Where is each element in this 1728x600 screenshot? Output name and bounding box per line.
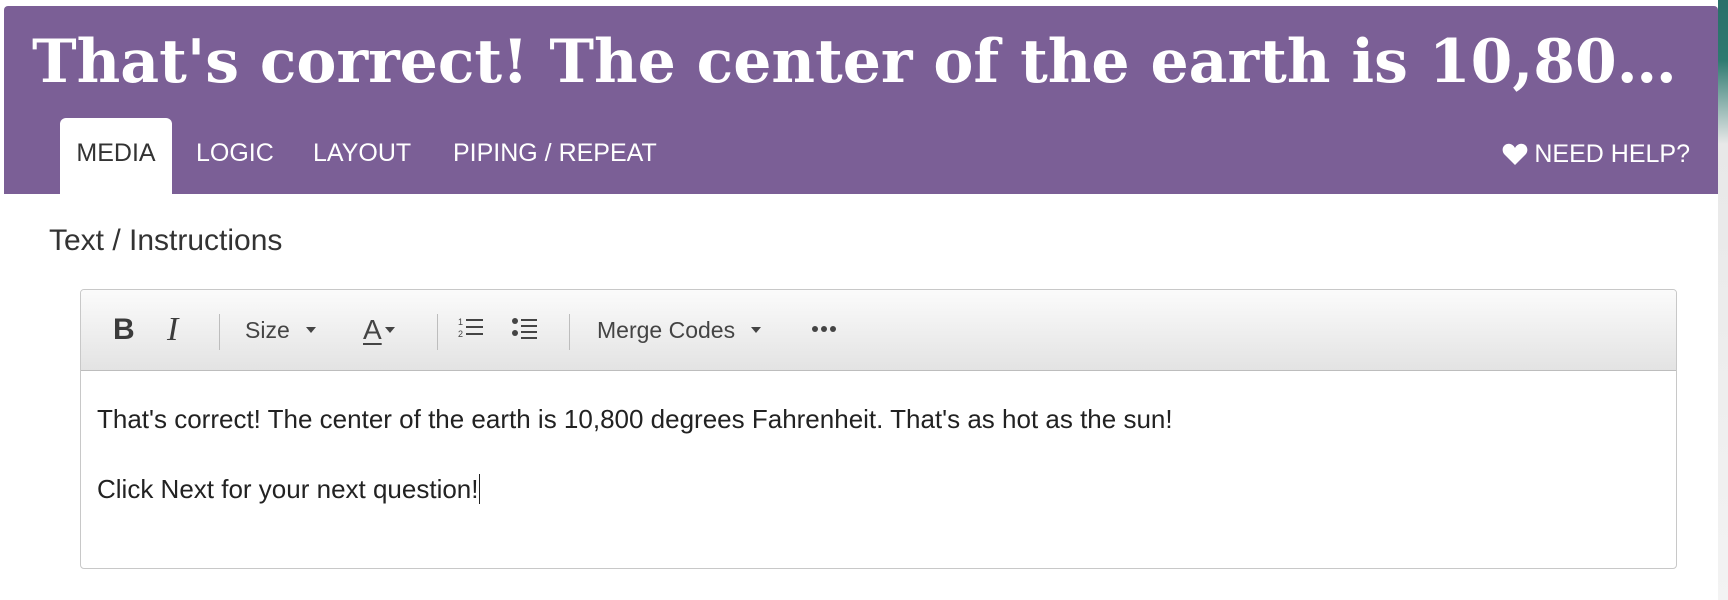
- toolbar-divider: [569, 314, 570, 350]
- ordered-list-icon: 1 2: [457, 315, 485, 346]
- tab-media[interactable]: MEDIA: [60, 118, 172, 194]
- size-dropdown[interactable]: Size: [245, 290, 316, 370]
- header-bar: That's correct! The center of the earth …: [4, 6, 1718, 194]
- italic-icon: I: [167, 311, 179, 348]
- more-options-icon: [811, 321, 837, 339]
- editor-toolbar: B I Size A 1 2 Merge Codes: [81, 290, 1676, 371]
- tab-logic[interactable]: LOGIC: [196, 118, 274, 194]
- font-color-button[interactable]: A: [363, 290, 395, 370]
- bold-icon: B: [113, 313, 135, 346]
- bold-button[interactable]: B: [113, 290, 135, 370]
- font-color-icon: A: [363, 314, 382, 345]
- merge-codes-dropdown[interactable]: Merge Codes: [597, 290, 762, 370]
- heart-icon: [1502, 142, 1528, 166]
- background-edge: [1718, 0, 1728, 600]
- svg-text:1: 1: [458, 317, 463, 327]
- svg-text:2: 2: [458, 329, 463, 339]
- text-cursor: [478, 474, 480, 504]
- italic-button[interactable]: I: [167, 290, 178, 370]
- merge-codes-label: Merge Codes: [597, 316, 736, 343]
- unordered-list-button[interactable]: [511, 290, 539, 370]
- chevron-down-icon: [305, 327, 316, 333]
- tab-piping-repeat[interactable]: PIPING / REPEAT: [453, 118, 657, 194]
- size-label: Size: [245, 316, 290, 343]
- editor-paragraph: Click Next for your next question!: [97, 474, 480, 504]
- editor-paragraph: That's correct! The center of the earth …: [97, 404, 1173, 434]
- editor-content[interactable]: That's correct! The center of the earth …: [97, 402, 1660, 542]
- need-help-button[interactable]: NEED HELP?: [1502, 130, 1690, 178]
- page-title: That's correct! The center of the earth …: [32, 27, 1682, 97]
- chevron-down-icon: [384, 327, 395, 333]
- need-help-label: NEED HELP?: [1534, 140, 1690, 168]
- ordered-list-button[interactable]: 1 2: [457, 290, 485, 370]
- unordered-list-icon: [511, 315, 539, 346]
- question-editor-panel: That's correct! The center of the earth …: [4, 6, 1718, 600]
- rich-text-editor[interactable]: B I Size A 1 2 Merge Codes That's correc…: [80, 289, 1677, 569]
- toolbar-divider: [219, 314, 220, 350]
- toolbar-divider: [437, 314, 438, 350]
- section-label: Text / Instructions: [49, 224, 283, 257]
- chevron-down-icon: [751, 327, 762, 333]
- more-options-button[interactable]: [811, 290, 837, 370]
- tab-layout[interactable]: LAYOUT: [313, 118, 411, 194]
